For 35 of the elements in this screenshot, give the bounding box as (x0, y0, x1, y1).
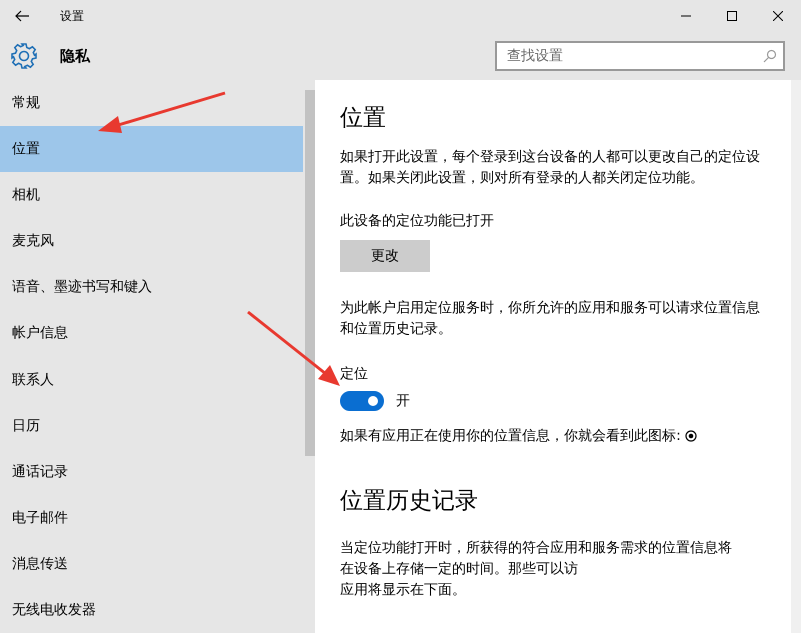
sidebar-item[interactable]: 消息传送 (0, 540, 304, 587)
search-field[interactable]: 查找设置 (495, 41, 785, 71)
sidebar-item[interactable]: 日历 (0, 402, 304, 449)
description-text: 如果打开此设置，每个登录到这台设备的人都可以更改自己的定位设置。如果关闭此设置，则对所有登录的人都关闭定位功能。 (340, 148, 762, 188)
window-title: 设置 (60, 8, 85, 24)
maximize-icon (727, 11, 737, 21)
close-icon (773, 11, 783, 21)
change-button[interactable]: 更改 (340, 240, 430, 272)
back-arrow-icon (15, 10, 29, 22)
scrollbar-thumb[interactable] (305, 90, 316, 456)
sidebar-item[interactable]: 无线电收发器 (0, 586, 304, 633)
section-title: 位置 (340, 104, 388, 133)
sidebar-item[interactable]: 帐户信息 (0, 310, 304, 356)
icon-note: 如果有应用正在使用你的位置信息，你就会看到此图标: (340, 427, 681, 445)
sidebar-item[interactable]: 语音、墨迹书写和键入 (0, 264, 304, 310)
location-indicator-icon (684, 430, 697, 442)
settings-icon (10, 42, 38, 70)
history-text-line: 应用将显示在下面。 (340, 581, 468, 600)
sidebar-item[interactable]: 麦克风 (0, 218, 304, 264)
sidebar-item[interactable]: 联系人 (0, 356, 304, 403)
sidebar-item[interactable]: 通话记录 (0, 448, 304, 495)
toggle-state: 开 (396, 392, 410, 410)
history-text-line: 当定位功能打开时，所获得的符合应用和服务需求的位置信息将 (340, 539, 734, 558)
search-icon (763, 49, 777, 63)
sidebar-item[interactable]: 电子邮件 (0, 494, 304, 541)
account-note: 为此帐户启用定位服务时，你所允许的应用和服务可以请求位置信息和位置历史记录。 (340, 299, 762, 339)
toggle-label: 定位 (340, 365, 370, 384)
sidebar-item[interactable]: 相机 (0, 172, 304, 218)
page-title: 隐私 (60, 46, 92, 66)
sidebar-item[interactable]: 位置 (0, 126, 304, 172)
history-text-line: 在设备上存储一定的时间。那些可以访 (340, 560, 580, 579)
status-text: 此设备的定位功能已打开 (340, 212, 496, 231)
location-toggle[interactable] (340, 391, 384, 411)
section-title: 位置历史记录 (340, 487, 480, 516)
sidebar-item[interactable]: 常规 (0, 80, 304, 126)
